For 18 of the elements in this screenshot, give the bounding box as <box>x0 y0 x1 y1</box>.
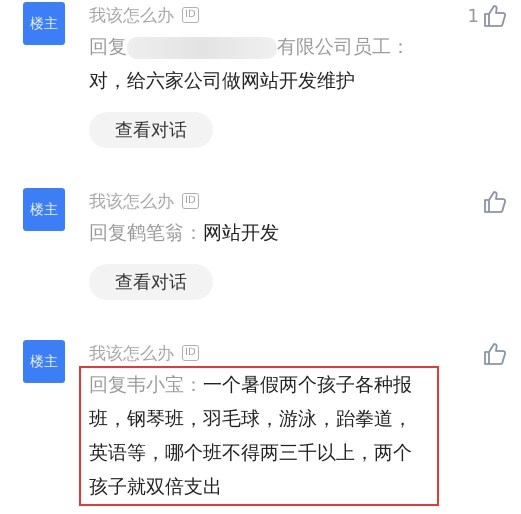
view-conversation-button[interactable]: 查看对话 <box>89 264 213 300</box>
id-tag: ID <box>182 193 199 209</box>
reply-text: 回复 有限公司员工： 对，给六家公司做网站开发维护 <box>89 35 411 94</box>
thumbs-up-icon[interactable] <box>483 342 507 366</box>
author-badge: 楼主 <box>23 188 65 231</box>
reply-text: 回复韦小宝：一个暑假两个孩子各种报班，钢琴班，羽毛球，游泳，跆拳道，英语等，哪个班不得两三千以上，两个孩子就双倍支出 <box>89 373 413 500</box>
thumbs-up-icon[interactable] <box>483 190 507 214</box>
reply-text: 回复鹤笔翁：网站开发 <box>89 221 280 246</box>
like-count: 1 <box>468 6 479 26</box>
author-badge: 楼主 <box>23 2 65 45</box>
author-name[interactable]: 我该怎么办 <box>89 190 174 212</box>
author-badge: 楼主 <box>23 340 65 383</box>
author-name[interactable]: 我该怎么办 <box>89 4 174 26</box>
id-tag: ID <box>182 7 199 23</box>
id-tag: ID <box>182 345 199 361</box>
view-conversation-button[interactable]: 查看对话 <box>89 112 213 148</box>
author-name[interactable]: 我该怎么办 <box>89 342 174 364</box>
thumbs-up-icon[interactable] <box>483 4 507 28</box>
